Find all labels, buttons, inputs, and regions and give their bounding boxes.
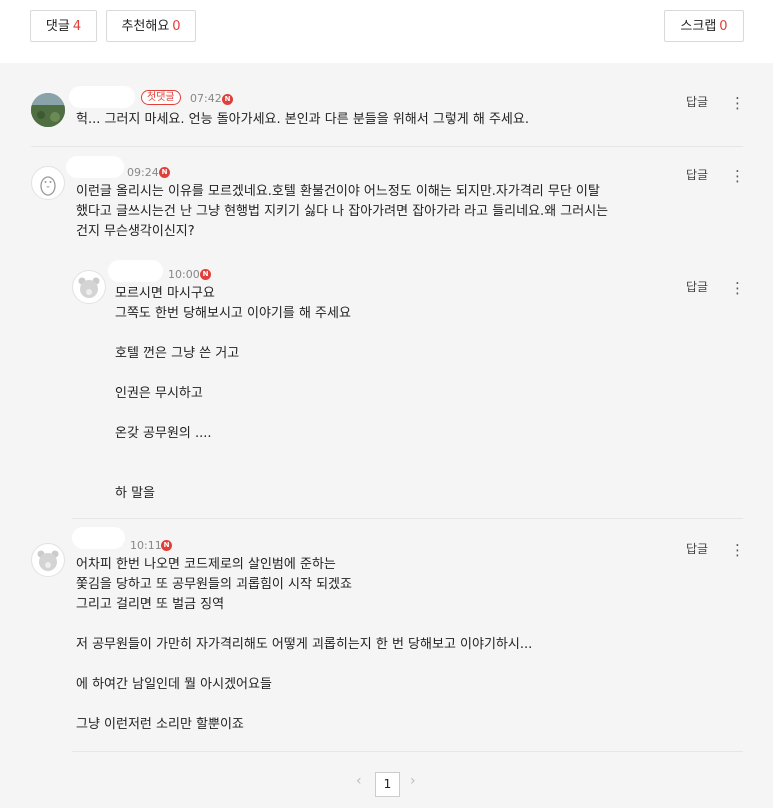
recommend-button[interactable]: 추천해요 0 <box>106 10 196 42</box>
comment-label: 댓글 <box>45 19 70 34</box>
more-options-icon[interactable]: ⋮ <box>730 169 745 184</box>
new-badge-icon: N <box>200 269 211 280</box>
hidden-username <box>108 260 163 282</box>
comment-time: 09:24 <box>127 166 159 179</box>
hidden-username <box>72 527 125 549</box>
first-comment-badge: 첫댓글 <box>141 90 181 105</box>
more-options-icon[interactable]: ⋮ <box>730 543 745 558</box>
comment-time: 10:00 <box>168 268 200 281</box>
hidden-username <box>69 86 135 108</box>
next-page-icon[interactable]: › <box>410 773 416 789</box>
recommend-label: 추천해요 <box>121 19 170 34</box>
penguin-avatar-icon <box>40 176 56 196</box>
reply-button[interactable]: 답글 <box>686 93 708 110</box>
divider <box>31 146 743 147</box>
avatar[interactable] <box>31 93 65 127</box>
comment-count-button[interactable]: 댓글 4 <box>30 10 97 42</box>
landscape-avatar-icon <box>31 93 65 127</box>
avatar[interactable] <box>31 543 65 577</box>
comment-toolbar: 댓글 4 추천해요 0 스크랩 0 <box>0 0 773 63</box>
scrap-count: 0 <box>719 19 728 34</box>
new-badge-icon: N <box>159 167 170 178</box>
bear-avatar-icon <box>37 550 59 571</box>
comment-time: 10:11 <box>130 539 162 552</box>
more-options-icon[interactable]: ⋮ <box>730 281 745 296</box>
scrap-button[interactable]: 스크랩 0 <box>664 10 744 42</box>
reply-button[interactable]: 답글 <box>686 278 708 295</box>
more-options-icon[interactable]: ⋮ <box>730 96 745 111</box>
comment-count: 4 <box>72 19 82 34</box>
comment-text: 이런글 올리시는 이유를 모르겠네요.호텔 환불건이야 어느정도 이해는 되지만… <box>76 184 609 239</box>
avatar[interactable] <box>31 166 65 200</box>
reply-button[interactable]: 답글 <box>686 166 708 183</box>
divider <box>72 751 743 752</box>
new-badge-icon: N <box>161 540 172 551</box>
scrap-label: 스크랩 <box>680 19 717 34</box>
page-1-button[interactable]: 1 <box>375 772 400 797</box>
divider <box>72 518 743 519</box>
avatar[interactable] <box>72 270 106 304</box>
new-badge-icon: N <box>222 94 233 105</box>
comment-text: 모르시면 마시구요 그쪽도 한번 당해보시고 이야기를 해 주세요 호텔 껀은 … <box>115 286 351 501</box>
comment-text: 어차피 한번 나오면 코드제로의 살인범에 준하는 쫓김을 당하고 또 공무원들… <box>76 557 533 732</box>
hidden-username <box>66 156 124 178</box>
bear-avatar-icon <box>78 277 100 298</box>
comment-text: 헉... 그러지 마세요. 언능 돌아가세요. 본인과 다른 분들을 위해서 그… <box>76 112 529 127</box>
recommend-count: 0 <box>172 19 181 34</box>
comment-time: 07:42 <box>190 92 222 105</box>
prev-page-icon[interactable]: ‹ <box>356 773 362 789</box>
